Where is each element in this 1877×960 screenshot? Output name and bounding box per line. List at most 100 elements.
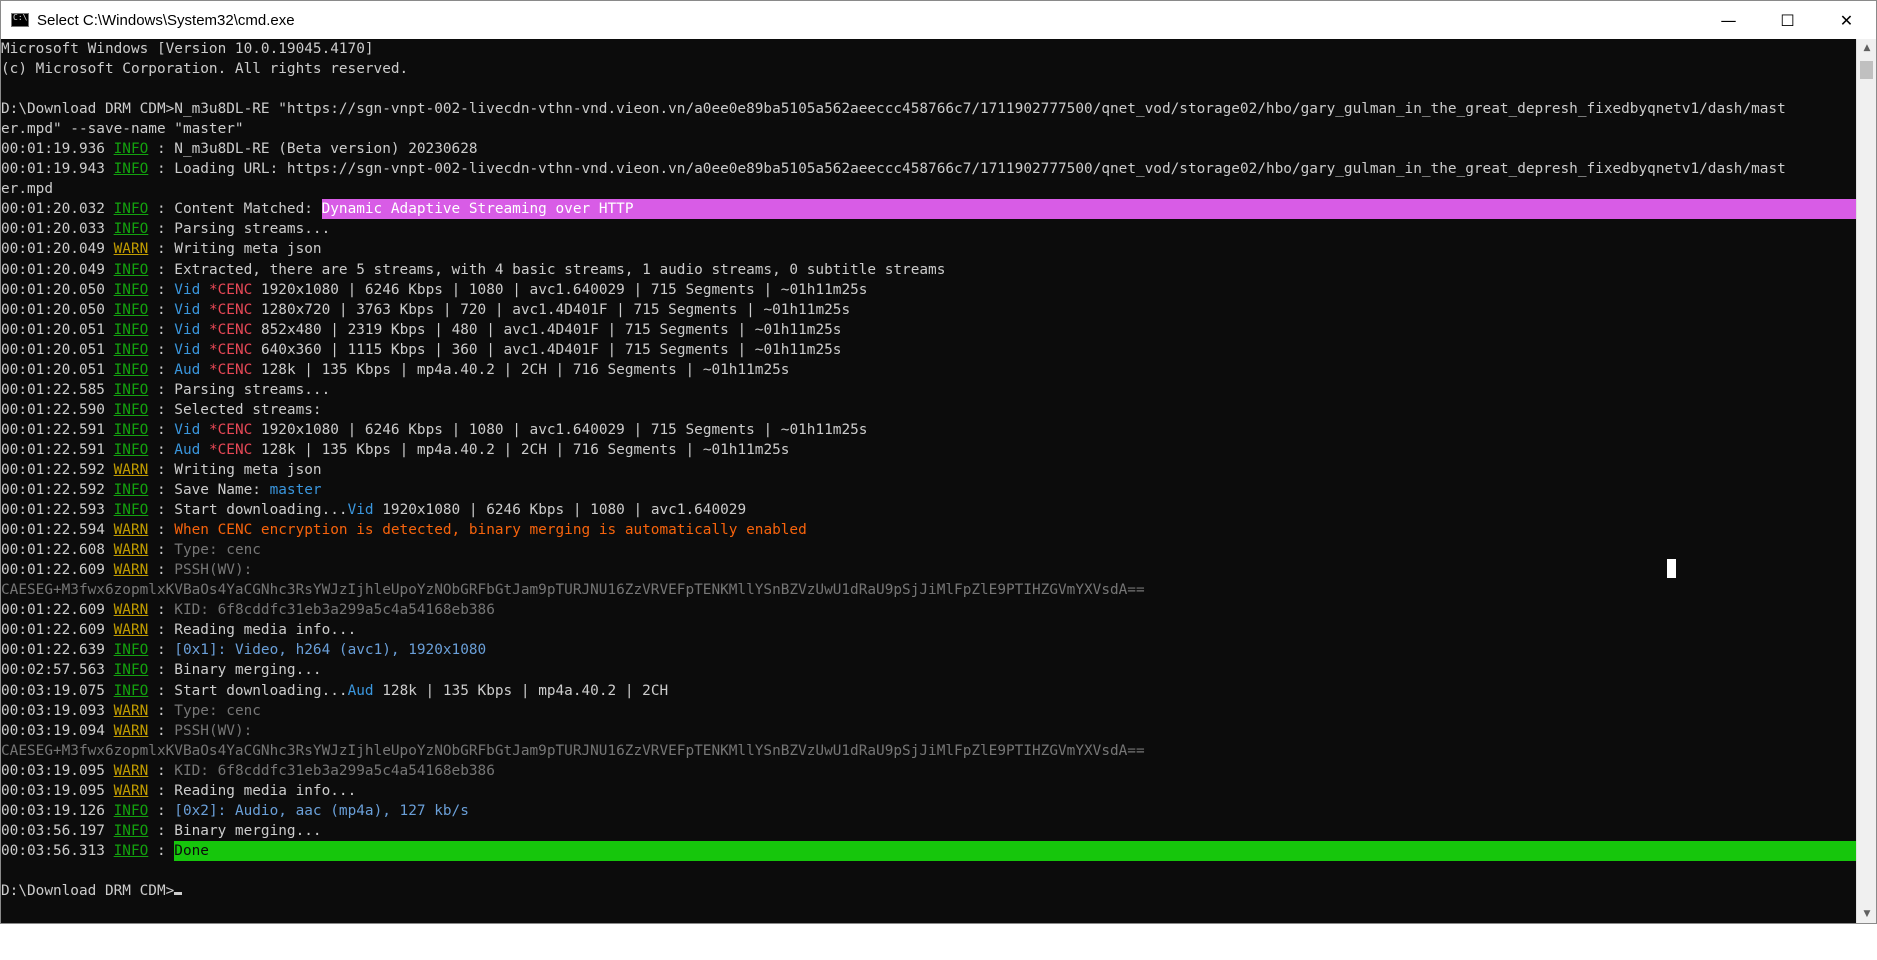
level-warn: WARN xyxy=(113,722,149,739)
level-warn: WARN xyxy=(113,461,149,478)
console-text: 00:01:22.593 xyxy=(1,502,114,519)
cenc-tag: *CENC xyxy=(208,421,253,438)
dim-text: KID: 6f8cddfc31eb3a299a5c4a54168eb386 xyxy=(174,602,495,619)
minimize-button[interactable]: — xyxy=(1699,1,1758,39)
close-button[interactable]: ✕ xyxy=(1817,1,1876,39)
console-text: er.mpd xyxy=(1,181,53,198)
console-text: 00:01:22.609 xyxy=(1,562,114,579)
console-line: 00:03:19.075 INFO : Start downloading...… xyxy=(1,681,1857,701)
level-info: INFO xyxy=(113,502,149,519)
console-line: 00:01:20.050 INFO : Vid *CENC 1280x720 |… xyxy=(1,300,1857,320)
console-text: : xyxy=(148,321,175,338)
level-info: INFO xyxy=(113,261,149,278)
console-text: er.mpd" --save-name "master" xyxy=(1,121,244,138)
console-text: 00:01:22.591 xyxy=(1,441,114,458)
console-text: 1920x1080 | 6246 Kbps | 1080 | avc1.6400… xyxy=(252,421,868,438)
cenc-tag: *CENC xyxy=(208,341,253,358)
console-text: 00:01:20.049 xyxy=(1,241,114,258)
console-line: 00:01:22.592 WARN : Writing meta json xyxy=(1,460,1857,480)
console-line: Microsoft Windows [Version 10.0.19045.41… xyxy=(1,39,1857,59)
cenc-tag: *CENC xyxy=(208,281,253,298)
dim-text: CAESEG+M3fwx6zopmlxKVBaOs4YaCGNhc3RsYWJz… xyxy=(1,742,1145,759)
console-text: : Extracted, there are 5 streams, with 4… xyxy=(148,261,946,278)
scroll-down-icon[interactable]: ▼ xyxy=(1857,905,1877,923)
level-info: INFO xyxy=(113,401,149,418)
console-line: 00:03:56.313 INFO : Done xyxy=(1,840,1857,861)
console-text: 00:01:19.936 xyxy=(1,141,114,158)
console-text: 00:01:22.585 xyxy=(1,381,114,398)
console-text: 00:01:20.051 xyxy=(1,361,114,378)
console-text: : xyxy=(148,441,175,458)
console-text: 00:03:19.075 xyxy=(1,682,114,699)
prompt-cursor xyxy=(174,891,183,895)
console-line: 00:01:22.609 WARN : Reading media info..… xyxy=(1,620,1857,640)
console-text: : Parsing streams... xyxy=(148,221,331,238)
console-line: 00:01:20.051 INFO : Vid *CENC 640x360 | … xyxy=(1,340,1857,360)
stream-type: Aud xyxy=(347,682,374,699)
console-text: : Parsing streams... xyxy=(148,381,331,398)
done-highlight: Done xyxy=(174,842,209,859)
dim-text: PSSH(WV): xyxy=(174,562,253,579)
console-line: 00:01:20.049 WARN : Writing meta json xyxy=(1,239,1857,259)
scroll-up-icon[interactable]: ▲ xyxy=(1857,39,1877,57)
console-line: 00:01:22.609 WARN : KID: 6f8cddfc31eb3a2… xyxy=(1,600,1857,620)
console-line: 00:01:20.033 INFO : Parsing streams... xyxy=(1,219,1857,239)
console-text: 1280x720 | 3763 Kbps | 720 | avc1.4D401F… xyxy=(252,301,851,318)
console-text: 00:01:20.033 xyxy=(1,221,114,238)
console-line: 00:01:22.585 INFO : Parsing streams... xyxy=(1,380,1857,400)
level-info: INFO xyxy=(113,361,149,378)
console-text: : Start downloading... xyxy=(148,502,348,519)
console-text: 00:01:20.051 xyxy=(1,341,114,358)
level-info: INFO xyxy=(113,341,149,358)
console-text: : xyxy=(148,722,175,739)
console-line: CAESEG+M3fwx6zopmlxKVBaOs4YaCGNhc3RsYWJz… xyxy=(1,741,1857,761)
maximize-button[interactable]: ☐ xyxy=(1758,1,1817,39)
console-output[interactable]: Microsoft Windows [Version 10.0.19045.41… xyxy=(1,39,1857,923)
console-line: 00:01:22.591 INFO : Aud *CENC 128k | 135… xyxy=(1,440,1857,460)
level-info: INFO xyxy=(113,441,149,458)
window-controls: — ☐ ✕ xyxy=(1699,1,1876,39)
level-info: INFO xyxy=(113,221,149,238)
console-text: 128k | 135 Kbps | mp4a.40.2 | 2CH xyxy=(373,682,669,699)
level-info: INFO xyxy=(113,482,149,499)
level-warn: WARN xyxy=(113,782,149,799)
window-title: Select C:\Windows\System32\cmd.exe xyxy=(37,11,295,29)
console-text: 00:03:56.313 xyxy=(1,842,114,859)
console-text: : Reading media info... xyxy=(148,622,357,639)
console-text: : xyxy=(148,522,175,539)
title-bar[interactable]: Select C:\Windows\System32\cmd.exe — ☐ ✕ xyxy=(1,1,1876,39)
vertical-scrollbar[interactable]: ▲ ▼ xyxy=(1856,39,1876,923)
scrollbar-thumb[interactable] xyxy=(1860,61,1873,79)
console-line: 00:01:22.639 INFO : [0x1]: Video, h264 (… xyxy=(1,640,1857,660)
level-info: INFO xyxy=(113,381,149,398)
console-line: er.mpd" --save-name "master" xyxy=(1,119,1857,139)
console-line: 00:03:19.095 WARN : Reading media info..… xyxy=(1,781,1857,801)
console-text: 00:01:22.609 xyxy=(1,602,114,619)
console-text: 1920x1080 | 6246 Kbps | 1080 | avc1.6400… xyxy=(252,281,868,298)
level-info: INFO xyxy=(113,642,149,659)
dim-text: Type: cenc xyxy=(174,542,261,559)
console-line: 00:03:19.094 WARN : PSSH(WV): xyxy=(1,721,1857,741)
console-text: 00:01:22.609 xyxy=(1,622,114,639)
console-text: : Binary merging... xyxy=(148,662,322,679)
console-text: 00:03:19.095 xyxy=(1,782,114,799)
level-warn: WARN xyxy=(113,522,149,539)
console-text: : Loading URL: https://sgn-vnpt-002-live… xyxy=(148,161,1786,178)
level-warn: WARN xyxy=(113,241,149,258)
console-line: 00:01:20.049 INFO : Extracted, there are… xyxy=(1,260,1857,280)
console-text: : xyxy=(148,341,175,358)
console-text: 1920x1080 | 6246 Kbps | 1080 | avc1.6400… xyxy=(373,502,747,519)
stream-type: Aud xyxy=(174,361,201,378)
console-line: D:\Download DRM CDM> xyxy=(1,881,1857,901)
dim-text: Type: cenc xyxy=(174,702,261,719)
console-text: 852x480 | 2319 Kbps | 480 | avc1.4D401F … xyxy=(252,321,842,338)
console-text: : xyxy=(148,301,175,318)
level-warn: WARN xyxy=(113,702,149,719)
console-line: 00:01:19.936 INFO : N_m3u8DL-RE (Beta ve… xyxy=(1,139,1857,159)
